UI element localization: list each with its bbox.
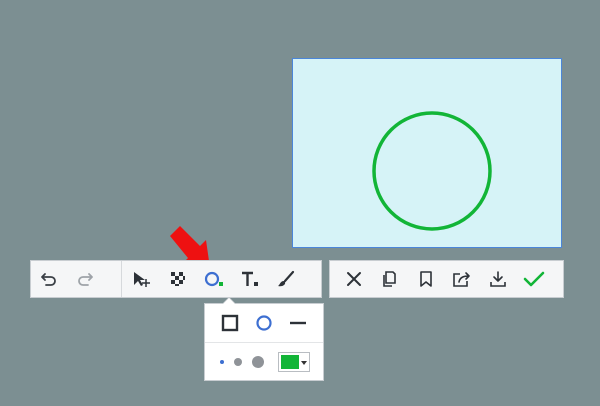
confirm-check-icon bbox=[523, 271, 545, 287]
mosaic-tool-button[interactable] bbox=[160, 261, 196, 297]
share-button[interactable] bbox=[444, 261, 480, 297]
shape-row bbox=[205, 304, 323, 343]
copy-button[interactable] bbox=[372, 261, 408, 297]
stroke-size-medium[interactable] bbox=[234, 358, 242, 366]
copy-icon bbox=[383, 271, 396, 287]
move-pointer-icon bbox=[134, 272, 150, 287]
selected-color-swatch bbox=[281, 355, 299, 369]
ellipse-tool-icon bbox=[204, 271, 223, 287]
brush-icon bbox=[278, 270, 295, 287]
popup-caret bbox=[222, 297, 236, 304]
stroke-size-large[interactable] bbox=[252, 356, 264, 368]
share-icon bbox=[453, 272, 470, 287]
drawn-circle[interactable] bbox=[372, 111, 492, 231]
redo-button[interactable] bbox=[67, 261, 103, 297]
circle-icon bbox=[256, 315, 272, 331]
text-tool-icon bbox=[242, 271, 258, 286]
redo-icon bbox=[78, 273, 93, 286]
brush-tool-button[interactable] bbox=[268, 261, 304, 297]
chevron-down-icon bbox=[301, 361, 307, 365]
edit-toolbar bbox=[30, 260, 322, 298]
move-tool-button[interactable] bbox=[124, 261, 160, 297]
stroke-size-small[interactable] bbox=[220, 360, 224, 364]
undo-icon bbox=[41, 273, 56, 286]
download-button[interactable] bbox=[480, 261, 516, 297]
shape-options-popup bbox=[204, 297, 324, 381]
circle-shape-button[interactable] bbox=[252, 309, 276, 337]
color-picker[interactable] bbox=[278, 352, 310, 372]
mosaic-icon bbox=[171, 272, 185, 286]
bookmark-icon bbox=[420, 271, 432, 287]
download-icon bbox=[490, 271, 506, 287]
ellipse-tool-button[interactable] bbox=[196, 261, 232, 297]
text-tool-button[interactable] bbox=[232, 261, 268, 297]
confirm-button[interactable] bbox=[516, 261, 552, 297]
bookmark-button[interactable] bbox=[408, 261, 444, 297]
capture-selection-area[interactable] bbox=[292, 58, 562, 248]
close-icon bbox=[347, 272, 361, 286]
stroke-color-row bbox=[205, 343, 323, 381]
cancel-button[interactable] bbox=[336, 261, 372, 297]
action-toolbar bbox=[329, 260, 564, 298]
line-shape-button[interactable] bbox=[286, 309, 310, 337]
toolbar-divider bbox=[121, 261, 122, 297]
rectangle-shape-button[interactable] bbox=[218, 309, 242, 337]
rectangle-icon bbox=[221, 314, 239, 332]
line-icon bbox=[290, 321, 306, 325]
undo-button[interactable] bbox=[31, 261, 67, 297]
drawing-canvas[interactable] bbox=[293, 59, 563, 249]
